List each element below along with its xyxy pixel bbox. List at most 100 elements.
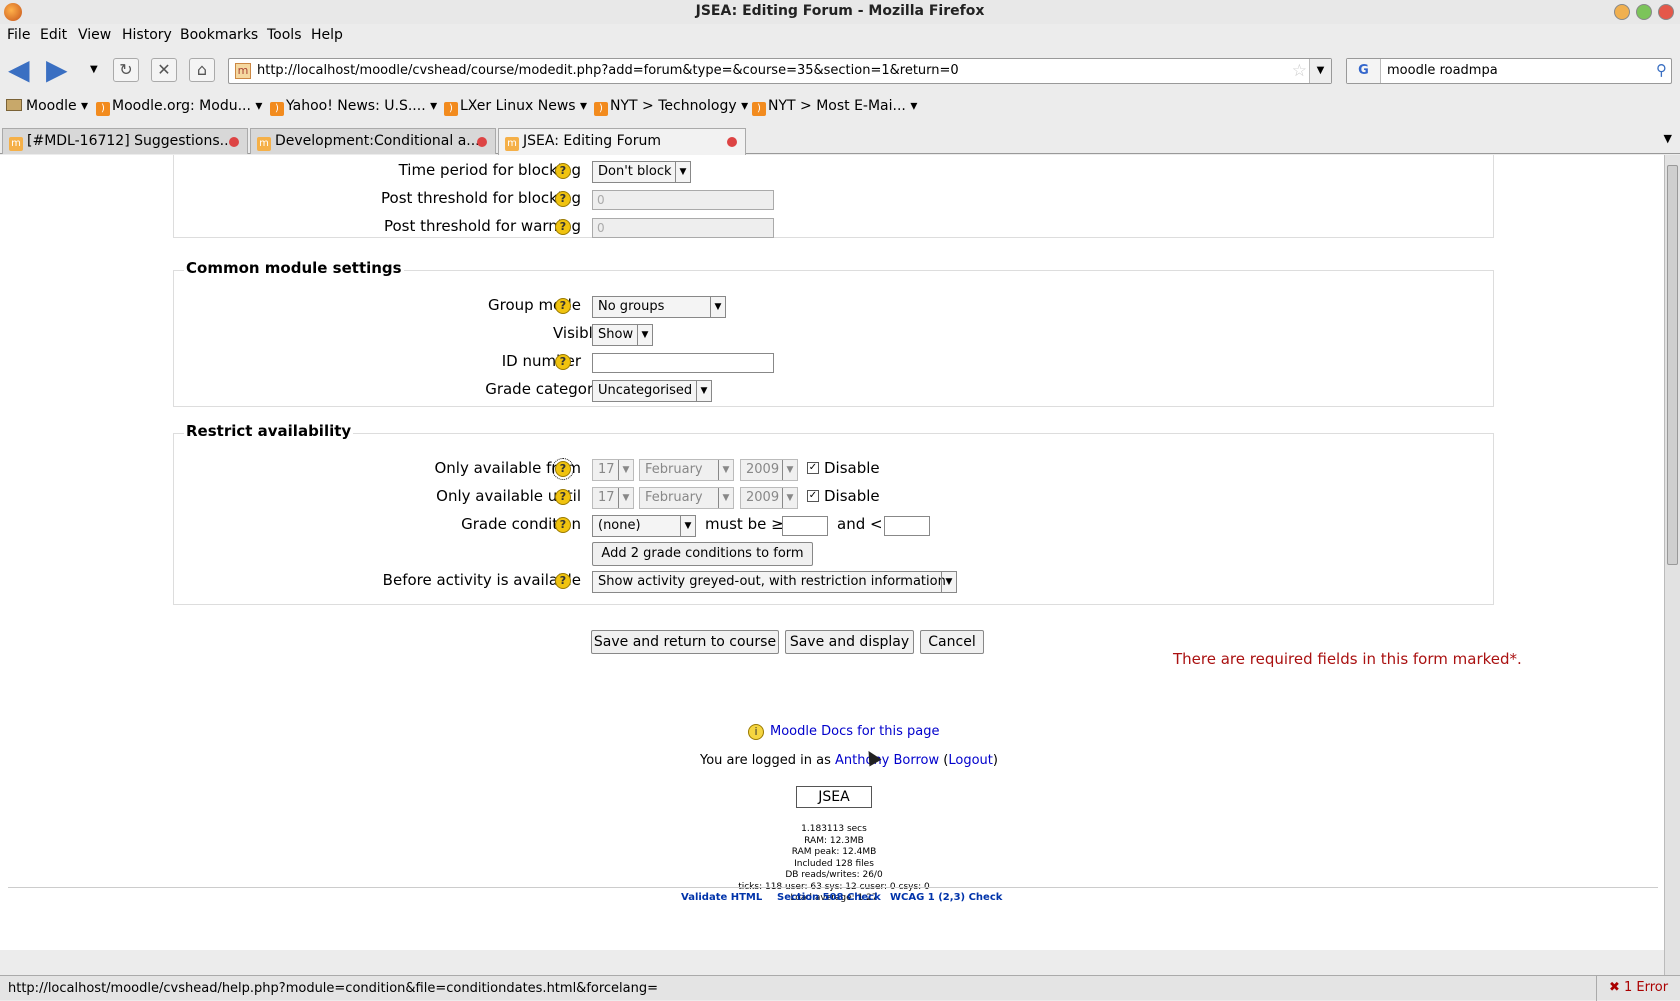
help-icon[interactable]: ? — [555, 298, 571, 314]
perf-line: DB reads/writes: 26/0 — [785, 870, 883, 880]
bookmark-label: NYT > Most E-Mai... — [768, 98, 906, 114]
tab-list-icon[interactable]: ▼ — [1664, 132, 1672, 145]
close-window-icon[interactable] — [1658, 4, 1674, 20]
select-value: (none) — [598, 518, 641, 533]
reload-icon[interactable]: ↻ — [113, 58, 139, 82]
until-month-select[interactable]: February ▼ — [639, 487, 734, 509]
cancel-button[interactable]: Cancel — [920, 630, 984, 654]
save-return-button[interactable]: Save and return to course — [591, 630, 779, 654]
bookmark-label: LXer Linux News — [460, 98, 576, 114]
before-available-select[interactable]: Show activity greyed-out, with restricti… — [592, 571, 957, 593]
section-508-link[interactable]: Section 508 Check — [777, 892, 881, 903]
help-icon[interactable]: ? — [555, 219, 571, 235]
help-icon[interactable]: ? — [555, 354, 571, 370]
tab-close-icon[interactable] — [727, 137, 737, 147]
help-icon[interactable]: ? — [555, 191, 571, 207]
until-day-select[interactable]: 17 ▼ — [592, 487, 634, 509]
perf-line: RAM peak: 12.4MB — [791, 847, 877, 857]
dropdown-arrow-icon: ▼ — [637, 325, 652, 345]
menu-help[interactable]: Help — [311, 27, 343, 43]
docs-link-text: Moodle Docs for this page — [770, 724, 940, 739]
menu-tools[interactable]: Tools — [267, 27, 302, 43]
until-disable-checkbox[interactable]: ✓ — [807, 490, 819, 502]
menu-history[interactable]: History — [122, 27, 172, 43]
group-mode-select[interactable]: No groups ▼ — [592, 296, 726, 318]
from-disable-checkbox[interactable]: ✓ — [807, 462, 819, 474]
row-id-number: ID number ? — [174, 350, 1495, 374]
from-year-select[interactable]: 2009 ▼ — [740, 459, 798, 481]
dropdown-arrow-icon: ▼ — [675, 162, 690, 182]
must-be-label: must be ≥ — [705, 515, 784, 533]
scrollbar-thumb[interactable] — [1667, 165, 1678, 565]
menu-edit[interactable]: Edit — [40, 27, 67, 43]
url-dropdown-icon[interactable]: ▼ — [1309, 59, 1331, 83]
from-month-select[interactable]: February ▼ — [639, 459, 734, 481]
fieldset-restrict-availability: Restrict availability Only available fro… — [173, 422, 1494, 605]
menu-view[interactable]: View — [78, 27, 111, 43]
maximize-icon[interactable] — [1636, 4, 1652, 20]
menu-file[interactable]: File — [7, 27, 30, 43]
minimize-icon[interactable] — [1614, 4, 1630, 20]
back-icon[interactable]: ◀ — [8, 56, 30, 84]
help-icon[interactable]: ? — [555, 163, 571, 179]
menu-bar: File Edit View History Bookmarks Tools H… — [0, 24, 1680, 48]
grade-category-select[interactable]: Uncategorised ▼ — [592, 380, 712, 402]
help-icon[interactable]: ? — [555, 517, 571, 533]
row-post-threshold-blocking: Post threshold for blocking ? 0 — [174, 187, 1495, 211]
forward-icon[interactable]: ▶ — [46, 56, 68, 84]
course-home-button[interactable]: JSEA — [796, 786, 872, 808]
folder-icon — [6, 99, 22, 111]
grade-min-input[interactable] — [782, 516, 828, 536]
tab-mdl-16712[interactable]: m [#MDL-16712] Suggestions... — [2, 128, 248, 154]
bookmark-nyt-tech[interactable]: ) NYT > Technology ▾ — [594, 98, 748, 116]
post-threshold-blocking-input[interactable]: 0 — [592, 190, 774, 210]
until-year-select[interactable]: 2009 ▼ — [740, 487, 798, 509]
bookmark-moodle-org[interactable]: ) Moodle.org: Modu... ▾ — [96, 98, 262, 116]
search-input[interactable]: moodle roadmpa — [1387, 63, 1498, 78]
url-text[interactable]: http://localhost/moodle/cvshead/course/m… — [257, 63, 959, 78]
help-icon[interactable]: ? — [552, 458, 574, 480]
grade-condition-select[interactable]: (none) ▼ — [592, 515, 696, 537]
select-value: 17 — [598, 462, 615, 477]
select-value: Show — [598, 327, 634, 342]
error-indicator[interactable]: ✖ 1 Error — [1596, 976, 1680, 1001]
bookmark-yahoo[interactable]: ) Yahoo! News: U.S.... ▾ — [270, 98, 437, 116]
bookmark-moodle[interactable]: Moodle ▾ — [6, 98, 88, 114]
vertical-scrollbar[interactable] — [1664, 155, 1680, 975]
tab-close-icon[interactable] — [229, 137, 239, 147]
info-icon: i — [748, 724, 764, 740]
save-display-button[interactable]: Save and display — [785, 630, 914, 654]
common-module-settings-legend: Common module settings — [184, 259, 404, 277]
history-dropdown-icon[interactable]: ▼ — [90, 64, 98, 75]
search-icon[interactable]: ⚲ — [1656, 61, 1667, 79]
search-bar[interactable]: G moodle roadmpa ⚲ — [1346, 58, 1672, 84]
tab-close-icon[interactable] — [477, 137, 487, 147]
select-value: Uncategorised — [598, 383, 693, 398]
bookmark-lxer[interactable]: ) LXer Linux News ▾ — [444, 98, 587, 116]
grade-max-input[interactable] — [884, 516, 930, 536]
url-bar[interactable]: m http://localhost/moodle/cvshead/course… — [228, 58, 1332, 84]
tab-development[interactable]: m Development:Conditional a... — [250, 128, 496, 154]
help-icon[interactable]: ? — [555, 573, 571, 589]
visible-select[interactable]: Show ▼ — [592, 324, 653, 346]
search-engine-icon[interactable]: G — [1347, 59, 1381, 83]
moodle-docs-link[interactable]: i Moodle Docs for this page — [748, 724, 939, 740]
rss-icon: ) — [594, 102, 608, 116]
help-icon[interactable]: ? — [555, 489, 571, 505]
bookmark-nyt-email[interactable]: ) NYT > Most E-Mai... ▾ — [752, 98, 917, 116]
tab-jsea-editing-forum[interactable]: m JSEA: Editing Forum — [498, 128, 746, 155]
time-period-select[interactable]: Don't block ▼ — [592, 161, 691, 183]
logout-link[interactable]: Logout — [948, 753, 993, 768]
stop-icon[interactable]: ✕ — [151, 58, 177, 82]
validate-html-link[interactable]: Validate HTML — [681, 892, 762, 903]
wcag-link[interactable]: WCAG 1 (2,3) Check — [890, 892, 1002, 903]
status-url: http://localhost/moodle/cvshead/help.php… — [8, 981, 659, 996]
post-threshold-warning-input[interactable]: 0 — [592, 218, 774, 238]
id-number-input[interactable] — [592, 353, 774, 373]
user-link[interactable]: Anthony Borrow — [835, 753, 939, 768]
add-grade-conditions-button[interactable]: Add 2 grade conditions to form — [592, 542, 813, 566]
menu-bookmarks[interactable]: Bookmarks — [180, 27, 258, 43]
from-day-select[interactable]: 17 ▼ — [592, 459, 634, 481]
bookmark-star-icon[interactable]: ☆ — [1292, 61, 1307, 81]
home-icon[interactable]: ⌂ — [189, 58, 215, 82]
